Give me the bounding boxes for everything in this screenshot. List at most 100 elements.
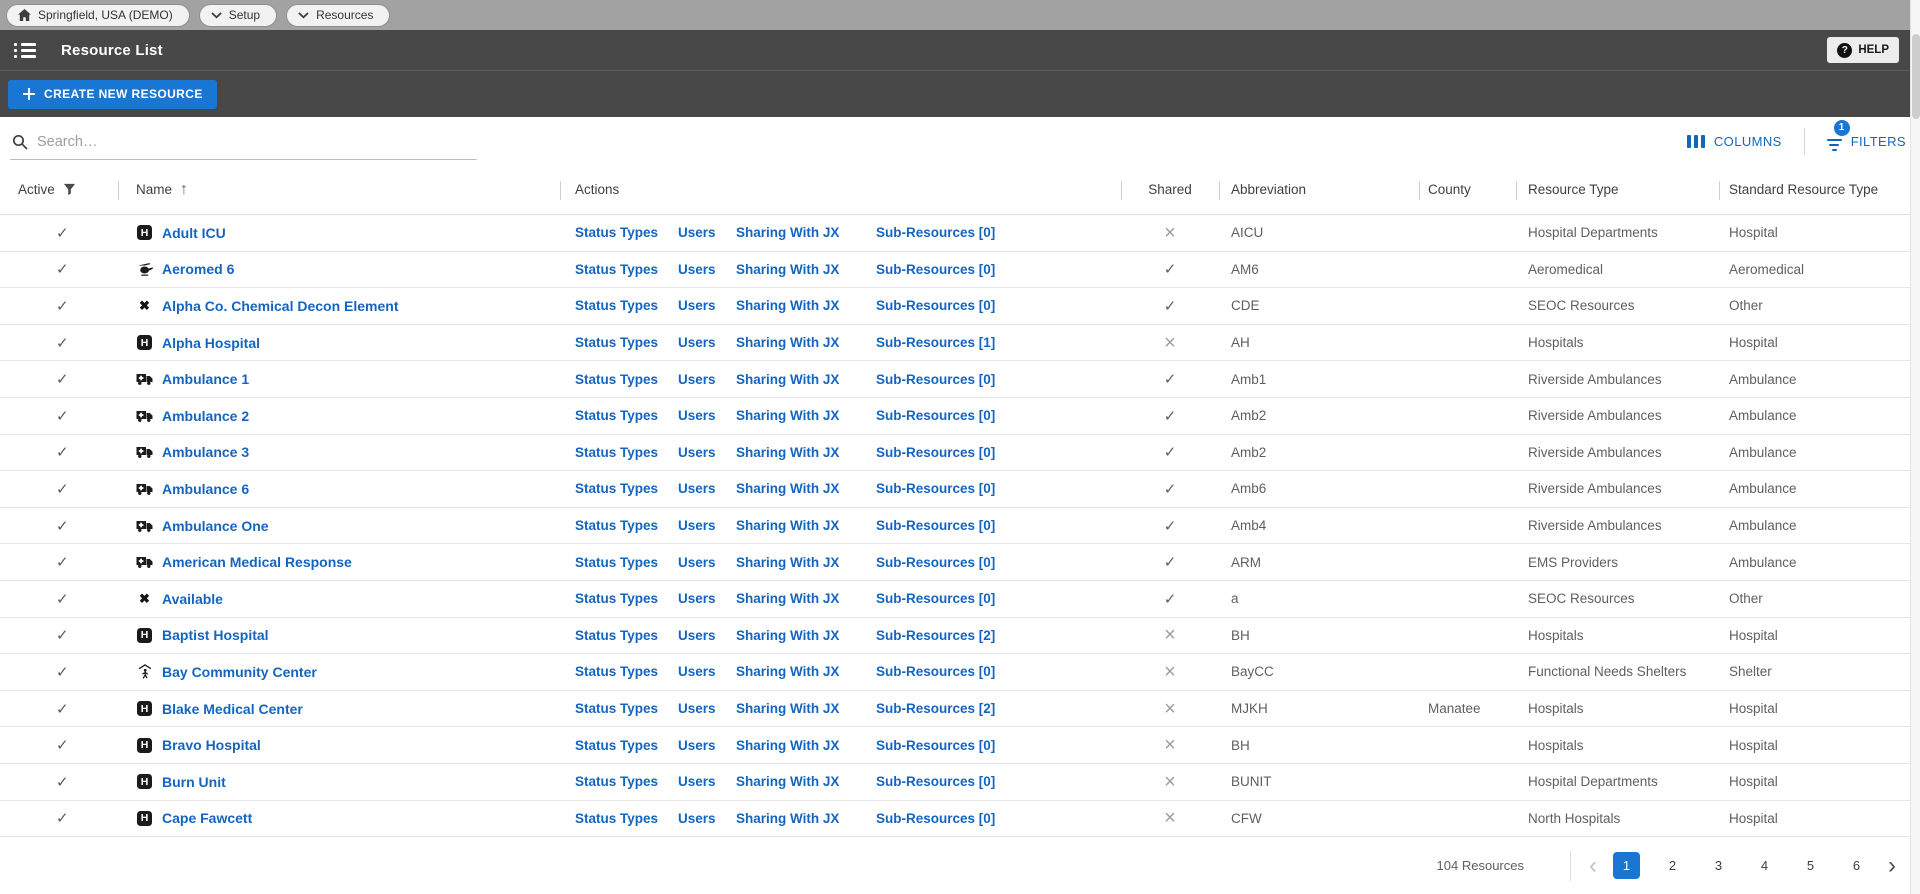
help-button[interactable]: ? HELP — [1827, 37, 1899, 63]
sharing-with-jx-link[interactable]: Sharing With JX — [736, 518, 876, 533]
users-link[interactable]: Users — [678, 335, 736, 350]
sub-resources-link[interactable]: Sub-Resources [0] — [876, 738, 995, 753]
sharing-with-jx-link[interactable]: Sharing With JX — [736, 372, 876, 387]
sub-resources-link[interactable]: Sub-Resources [0] — [876, 518, 995, 533]
resource-name-link[interactable]: Bravo Hospital — [162, 737, 261, 753]
columns-button[interactable]: COLUMNS — [1686, 134, 1782, 149]
resource-name-link[interactable]: Adult ICU — [162, 225, 226, 241]
users-link[interactable]: Users — [678, 481, 736, 496]
sharing-with-jx-link[interactable]: Sharing With JX — [736, 664, 876, 679]
sub-resources-link[interactable]: Sub-Resources [0] — [876, 408, 995, 423]
status-types-link[interactable]: Status Types — [575, 262, 678, 277]
resource-name-link[interactable]: Alpha Co. Chemical Decon Element — [162, 298, 399, 314]
status-types-link[interactable]: Status Types — [575, 335, 678, 350]
resource-name-link[interactable]: Aeromed 6 — [162, 261, 234, 277]
page-button-1[interactable]: 1 — [1613, 852, 1640, 880]
sub-resources-link[interactable]: Sub-Resources [2] — [876, 628, 995, 643]
sub-resources-link[interactable]: Sub-Resources [0] — [876, 664, 995, 679]
page-button-3[interactable]: 3 — [1705, 852, 1732, 879]
sharing-with-jx-link[interactable]: Sharing With JX — [736, 262, 876, 277]
resource-name-link[interactable]: Ambulance 6 — [162, 481, 249, 497]
resource-name-link[interactable]: Blake Medical Center — [162, 701, 303, 717]
users-link[interactable]: Users — [678, 664, 736, 679]
sharing-with-jx-link[interactable]: Sharing With JX — [736, 408, 876, 423]
column-header-resource-type[interactable]: Resource Type — [1516, 165, 1719, 214]
resource-name-link[interactable]: Available — [162, 591, 223, 607]
resource-name-link[interactable]: Alpha Hospital — [162, 335, 260, 351]
resource-name-link[interactable]: Ambulance 2 — [162, 408, 249, 424]
users-link[interactable]: Users — [678, 628, 736, 643]
breadcrumb-tab-setup[interactable]: Setup — [198, 3, 278, 27]
column-header-name[interactable]: Name ↑ — [118, 165, 560, 214]
sub-resources-link[interactable]: Sub-Resources [0] — [876, 372, 995, 387]
sharing-with-jx-link[interactable]: Sharing With JX — [736, 481, 876, 496]
sharing-with-jx-link[interactable]: Sharing With JX — [736, 774, 876, 789]
scrollbar-thumb[interactable] — [1912, 34, 1920, 119]
status-types-link[interactable]: Status Types — [575, 811, 678, 826]
breadcrumb-tab-resources[interactable]: Resources — [286, 3, 391, 27]
sharing-with-jx-link[interactable]: Sharing With JX — [736, 225, 876, 240]
status-types-link[interactable]: Status Types — [575, 701, 678, 716]
create-new-resource-button[interactable]: CREATE NEW RESOURCE — [8, 79, 217, 109]
users-link[interactable]: Users — [678, 701, 736, 716]
column-header-county[interactable]: County — [1419, 165, 1516, 214]
status-types-link[interactable]: Status Types — [575, 372, 678, 387]
status-types-link[interactable]: Status Types — [575, 518, 678, 533]
status-types-link[interactable]: Status Types — [575, 298, 678, 313]
sub-resources-link[interactable]: Sub-Resources [0] — [876, 225, 995, 240]
column-header-active[interactable]: Active — [0, 165, 118, 214]
sub-resources-link[interactable]: Sub-Resources [0] — [876, 481, 995, 496]
resource-name-link[interactable]: Ambulance 3 — [162, 444, 249, 460]
sharing-with-jx-link[interactable]: Sharing With JX — [736, 555, 876, 570]
users-link[interactable]: Users — [678, 445, 736, 460]
search-input[interactable] — [37, 133, 475, 150]
sharing-with-jx-link[interactable]: Sharing With JX — [736, 298, 876, 313]
vertical-scrollbar[interactable] — [1910, 0, 1920, 894]
users-link[interactable]: Users — [678, 518, 736, 533]
resource-name-link[interactable]: Ambulance 1 — [162, 371, 249, 387]
chevron-left-icon[interactable]: ‹ — [1589, 853, 1597, 878]
column-header-abbreviation[interactable]: Abbreviation — [1219, 165, 1419, 214]
users-link[interactable]: Users — [678, 555, 736, 570]
resource-name-link[interactable]: Burn Unit — [162, 774, 226, 790]
status-types-link[interactable]: Status Types — [575, 774, 678, 789]
sharing-with-jx-link[interactable]: Sharing With JX — [736, 628, 876, 643]
sub-resources-link[interactable]: Sub-Resources [0] — [876, 774, 995, 789]
sub-resources-link[interactable]: Sub-Resources [0] — [876, 811, 995, 826]
status-types-link[interactable]: Status Types — [575, 445, 678, 460]
sub-resources-link[interactable]: Sub-Resources [1] — [876, 335, 995, 350]
sharing-with-jx-link[interactable]: Sharing With JX — [736, 335, 876, 350]
users-link[interactable]: Users — [678, 225, 736, 240]
resource-name-link[interactable]: Baptist Hospital — [162, 627, 269, 643]
users-link[interactable]: Users — [678, 408, 736, 423]
resource-name-link[interactable]: American Medical Response — [162, 554, 352, 570]
users-link[interactable]: Users — [678, 811, 736, 826]
chevron-right-icon[interactable]: › — [1888, 853, 1896, 878]
resource-name-link[interactable]: Bay Community Center — [162, 664, 317, 680]
page-button-6[interactable]: 6 — [1843, 852, 1870, 879]
users-link[interactable]: Users — [678, 774, 736, 789]
resource-name-link[interactable]: Cape Fawcett — [162, 810, 252, 826]
sub-resources-link[interactable]: Sub-Resources [0] — [876, 298, 995, 313]
sub-resources-link[interactable]: Sub-Resources [0] — [876, 555, 995, 570]
users-link[interactable]: Users — [678, 262, 736, 277]
column-header-standard-resource-type[interactable]: Standard Resource Type — [1719, 165, 1920, 214]
page-button-5[interactable]: 5 — [1797, 852, 1824, 879]
sharing-with-jx-link[interactable]: Sharing With JX — [736, 701, 876, 716]
status-types-link[interactable]: Status Types — [575, 555, 678, 570]
filters-button[interactable]: 1 FILTERS — [1826, 119, 1906, 152]
status-types-link[interactable]: Status Types — [575, 481, 678, 496]
filter-funnel-icon[interactable] — [63, 183, 76, 196]
list-menu-icon[interactable] — [14, 42, 36, 58]
sub-resources-link[interactable]: Sub-Resources [0] — [876, 262, 995, 277]
status-types-link[interactable]: Status Types — [575, 408, 678, 423]
sub-resources-link[interactable]: Sub-Resources [2] — [876, 701, 995, 716]
status-types-link[interactable]: Status Types — [575, 738, 678, 753]
status-types-link[interactable]: Status Types — [575, 628, 678, 643]
users-link[interactable]: Users — [678, 372, 736, 387]
page-button-4[interactable]: 4 — [1751, 852, 1778, 879]
page-button-2[interactable]: 2 — [1659, 852, 1686, 879]
breadcrumb-tab-home[interactable]: Springfield, USA (DEMO) — [6, 3, 190, 27]
users-link[interactable]: Users — [678, 298, 736, 313]
sub-resources-link[interactable]: Sub-Resources [0] — [876, 445, 995, 460]
